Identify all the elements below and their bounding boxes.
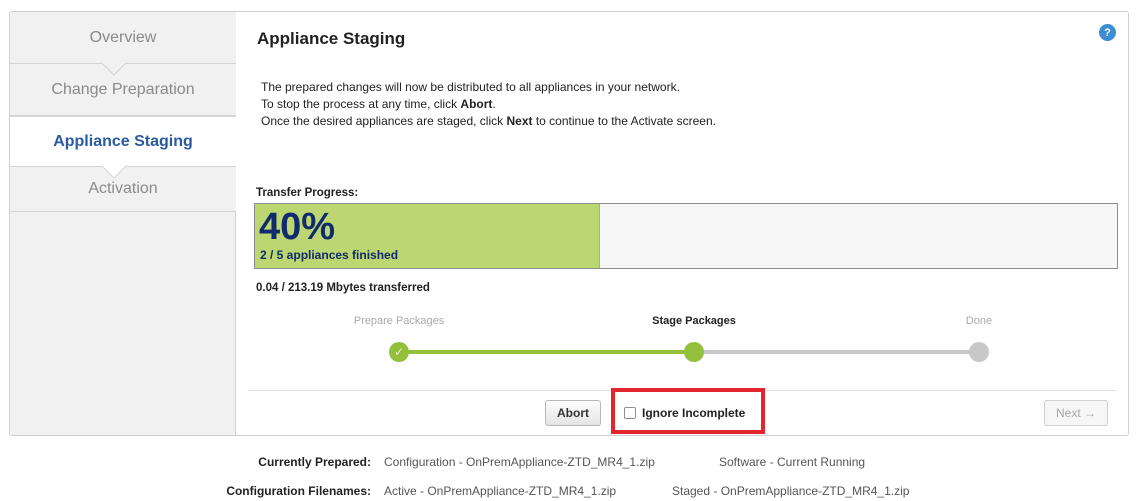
sidebar-item-label: Change Preparation <box>51 80 195 98</box>
transfer-progress-label: Transfer Progress: <box>256 187 359 199</box>
progress-percent: 40% <box>259 206 336 248</box>
abort-button[interactable]: Abort <box>545 400 601 426</box>
instructions: The prepared changes will now be distrib… <box>261 79 716 130</box>
wizard-panel: Overview Change Preparation Appliance St… <box>9 11 1129 436</box>
currently-prepared-label: Currently Prepared: <box>258 455 371 469</box>
instruction-line: Once the desired appliances are staged, … <box>261 114 716 128</box>
transfer-progress-bar: 40% 2 / 5 appliances finished <box>254 203 1118 269</box>
ignore-incomplete-checkbox[interactable] <box>624 407 636 419</box>
appliances-finished: 2 / 5 appliances finished <box>260 248 399 262</box>
stage-label-prepare-packages: Prepare Packages <box>353 315 445 327</box>
sidebar-item-appliance-staging[interactable]: Appliance Staging <box>10 116 236 179</box>
sidebar-item-label: Overview <box>89 28 157 46</box>
ignore-incomplete-label: Ignore Incomplete <box>642 406 746 420</box>
ignore-incomplete-option[interactable]: Ignore Incomplete <box>624 406 745 420</box>
configuration-filenames-label: Configuration Filenames: <box>226 484 371 498</box>
stage-label-stage-packages: Stage Packages <box>652 315 736 327</box>
sidebar-item-label: Activation <box>88 180 158 197</box>
mbytes-transferred: 0.04 / 213.19 Mbytes transferred <box>256 282 430 294</box>
active-filename: Active - OnPremAppliance-ZTD_MR4_1.zip <box>384 484 617 498</box>
page-title: Appliance Staging <box>257 29 406 48</box>
check-icon: ✓ <box>389 342 409 362</box>
wizard-sidebar: Overview Change Preparation Appliance St… <box>10 12 236 435</box>
prepared-software: Software - Current Running <box>719 455 866 469</box>
stage-label-done: Done <box>965 315 993 327</box>
stage-dot-current <box>684 342 704 362</box>
main-content: Appliance Staging ? The prepared changes… <box>237 12 1128 435</box>
sidebar-item-change-preparation[interactable]: Change Preparation <box>10 64 236 116</box>
stage-dot-pending <box>969 342 989 362</box>
sidebar-item-overview[interactable]: Overview <box>10 12 236 76</box>
instruction-line: The prepared changes will now be distrib… <box>261 80 680 94</box>
stage-track-pending <box>694 350 979 354</box>
sidebar-item-activation[interactable]: Activation <box>10 167 236 212</box>
instruction-line: To stop the process at any time, click A… <box>261 97 496 111</box>
next-button[interactable]: Next → <box>1044 400 1109 426</box>
stage-track-complete <box>399 350 694 354</box>
prepared-configuration: Configuration - OnPremAppliance-ZTD_MR4_… <box>384 455 655 469</box>
help-icon[interactable]: ? <box>1099 24 1116 41</box>
staged-filename: Staged - OnPremAppliance-ZTD_MR4_1.zip <box>672 484 910 498</box>
sidebar-item-label: Appliance Staging <box>53 132 193 150</box>
